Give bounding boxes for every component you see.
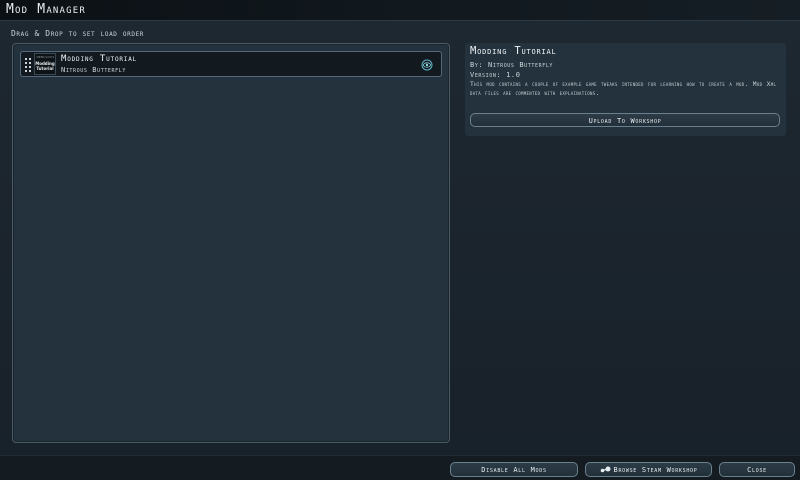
- details-description: This mod contains a couple of example ga…: [470, 81, 777, 97]
- mod-manager-window: Mod Manager Drag & Drop to set load orde…: [0, 0, 800, 480]
- mod-list-item[interactable]: NEBULOUS Modding Tutorial Modding Tutori…: [20, 51, 442, 77]
- details-version: Version: 1.0: [470, 71, 521, 79]
- drag-handle-icon[interactable]: [25, 58, 31, 72]
- mod-author: Nitrous Butterfly: [61, 66, 126, 74]
- details-author: By: Nitrous Butterfly: [470, 61, 554, 69]
- upload-to-workshop-button[interactable]: Upload To Workshop: [470, 113, 780, 127]
- load-order-instructions: Drag & Drop to set load order: [11, 29, 144, 38]
- eye-icon[interactable]: [421, 59, 433, 71]
- browse-steam-workshop-label: Browse Steam Workshop: [613, 466, 698, 474]
- disable-all-mods-button[interactable]: Disable All Mods: [450, 462, 578, 477]
- thumbnail-caption: Modding Tutorial: [35, 61, 55, 71]
- mod-load-order-list[interactable]: NEBULOUS Modding Tutorial Modding Tutori…: [12, 43, 450, 443]
- window-title: Mod Manager: [6, 2, 87, 17]
- browse-steam-workshop-button[interactable]: Browse Steam Workshop: [585, 462, 712, 477]
- close-button[interactable]: Close: [719, 462, 795, 477]
- details-title: Modding Tutorial: [470, 45, 557, 57]
- steam-icon: [600, 466, 611, 473]
- footer-bar: Disable All Mods Browse Steam Workshop C…: [0, 455, 800, 480]
- mod-thumbnail: NEBULOUS Modding Tutorial: [34, 53, 56, 75]
- mod-name: Modding Tutorial: [61, 54, 138, 64]
- thumbnail-logo-text: NEBULOUS: [36, 55, 55, 59]
- mod-details-panel: Modding Tutorial By: Nitrous Butterfly V…: [465, 43, 786, 136]
- title-bar: Mod Manager: [0, 0, 800, 21]
